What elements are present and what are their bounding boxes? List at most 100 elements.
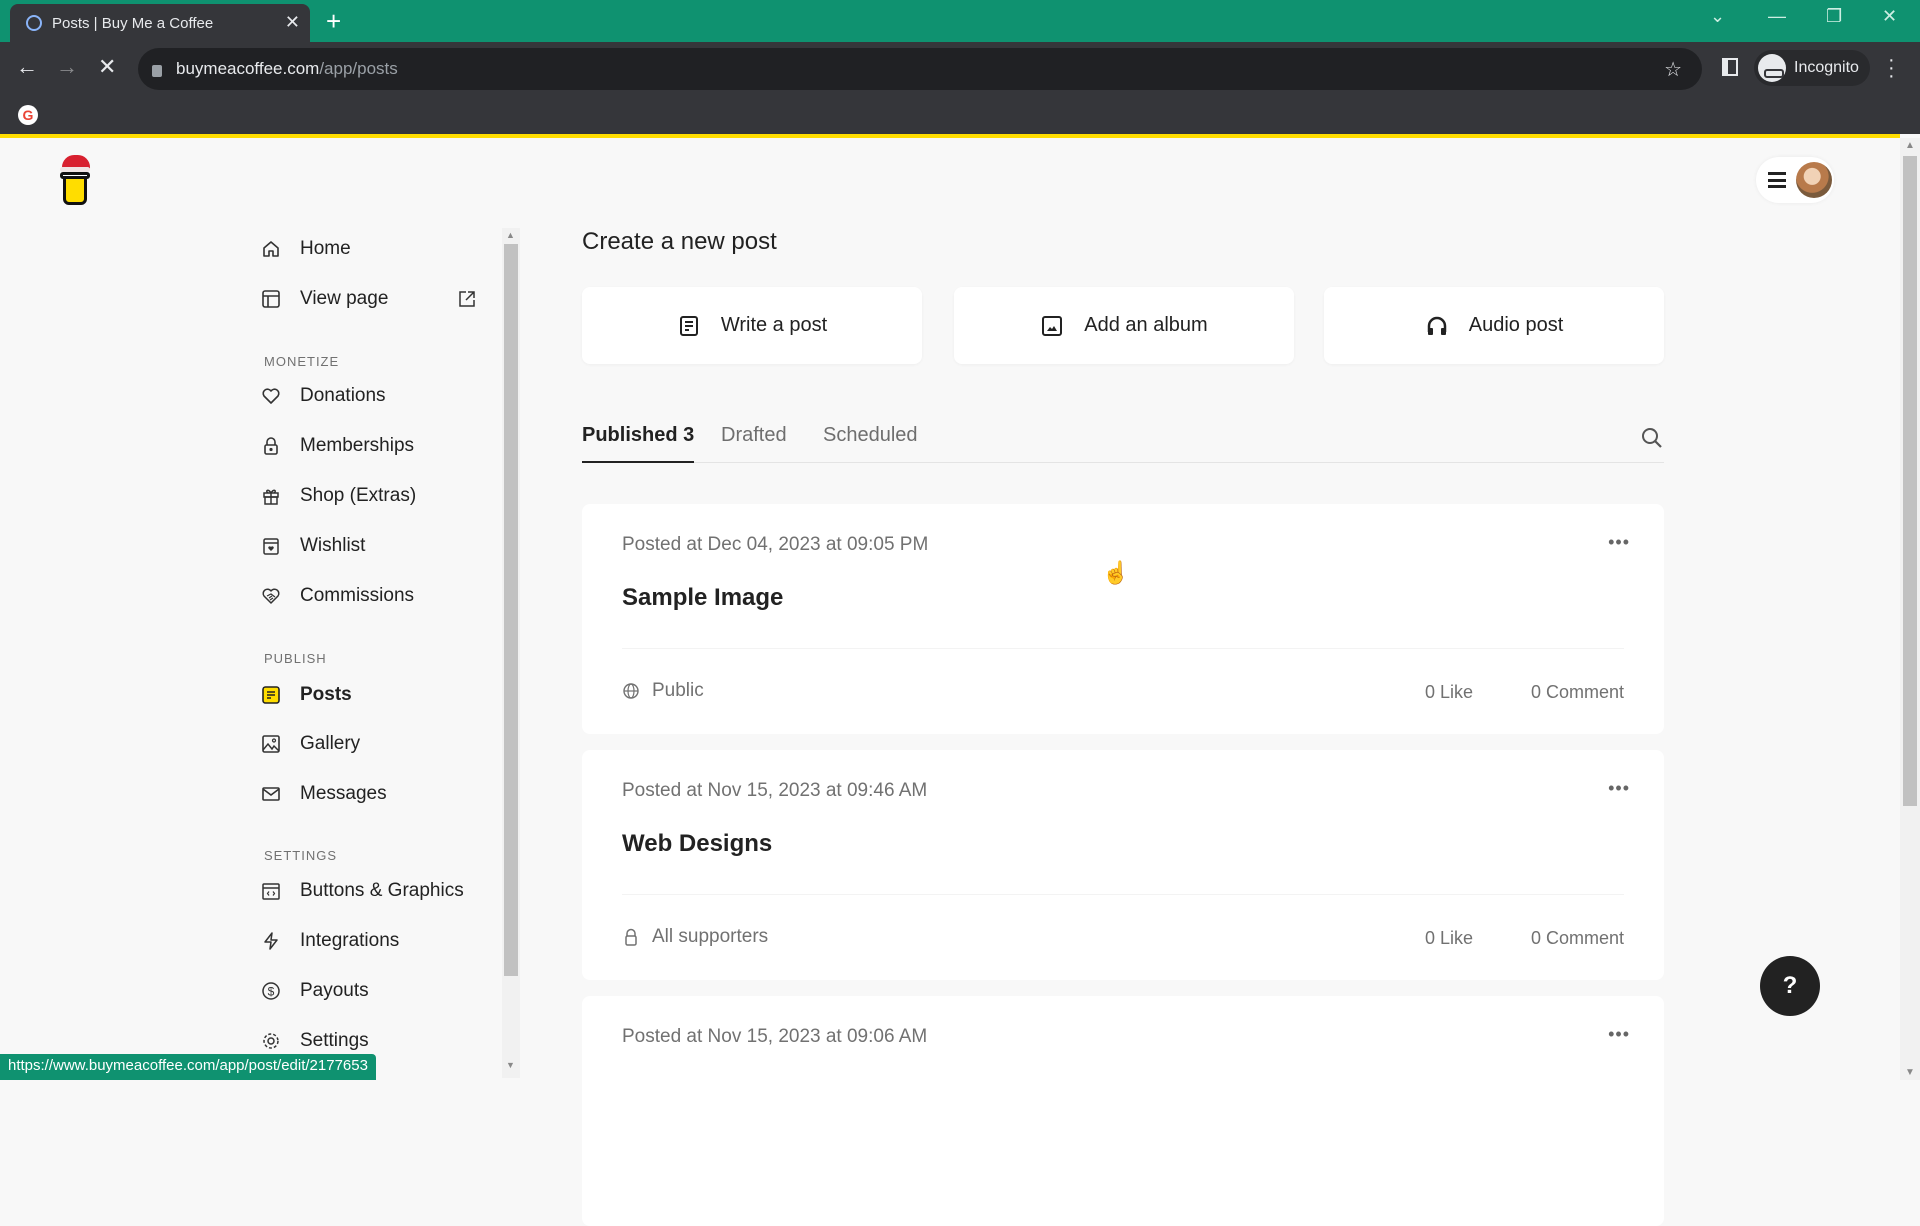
sidebar-item-label: Payouts bbox=[300, 980, 369, 1001]
browser-menu-icon[interactable]: · · · bbox=[1888, 50, 1895, 86]
browser-tab[interactable]: Posts | Buy Me a Coffee ✕ bbox=[10, 4, 310, 42]
post-likes[interactable]: 0 Like bbox=[1425, 682, 1473, 703]
incognito-icon bbox=[1758, 54, 1786, 82]
more-options-icon[interactable]: ••• bbox=[1608, 532, 1630, 553]
help-button[interactable]: ? bbox=[1760, 956, 1820, 1016]
minimize-button[interactable]: — bbox=[1768, 6, 1786, 27]
scroll-up-arrow-icon[interactable]: ▲ bbox=[506, 230, 515, 240]
sidebar-item-label: Home bbox=[300, 238, 351, 259]
sidebar-scrollbar[interactable]: ▲ ▼ bbox=[502, 228, 520, 1078]
image-icon bbox=[1040, 314, 1064, 338]
tab-scheduled[interactable]: Scheduled bbox=[823, 424, 918, 463]
sidebar-item-messages[interactable]: Messages bbox=[260, 774, 490, 814]
sidebar-item-home[interactable]: Home bbox=[260, 229, 490, 269]
lock-icon bbox=[152, 65, 162, 77]
incognito-profile-button[interactable]: Incognito bbox=[1754, 50, 1870, 86]
gift-icon bbox=[260, 485, 282, 507]
calendar-heart-icon bbox=[260, 535, 282, 557]
sidebar-item-integrations[interactable]: Integrations bbox=[260, 921, 490, 961]
mail-icon bbox=[260, 783, 282, 805]
restore-button[interactable]: ❐ bbox=[1826, 6, 1842, 27]
sidebar-item-view-page[interactable]: View page bbox=[260, 279, 490, 319]
sidebar-scrollbar-thumb[interactable] bbox=[504, 244, 518, 976]
search-posts-icon[interactable] bbox=[1640, 426, 1664, 450]
post-title[interactable]: Sample Image bbox=[622, 584, 783, 612]
audio-post-button[interactable]: Audio post bbox=[1324, 287, 1664, 364]
scroll-down-arrow-icon[interactable]: ▼ bbox=[506, 1060, 515, 1070]
section-title-settings: SETTINGS bbox=[264, 848, 338, 863]
post-comments[interactable]: 0 Comment bbox=[1531, 682, 1624, 703]
url-host: buymeacoffee.com bbox=[176, 59, 320, 78]
tab-drafted[interactable]: Drafted bbox=[721, 424, 787, 463]
tab-search-icon[interactable]: ⌄ bbox=[1710, 6, 1725, 27]
add-album-button[interactable]: Add an album bbox=[954, 287, 1294, 364]
section-title-monetize: MONETIZE bbox=[264, 354, 340, 369]
side-panel-icon[interactable] bbox=[1722, 58, 1738, 76]
sidebar-item-payouts[interactable]: $ Payouts bbox=[260, 971, 490, 1011]
sidebar-item-posts[interactable]: Posts bbox=[260, 675, 490, 715]
scroll-down-arrow-icon[interactable]: ▼ bbox=[1905, 1067, 1915, 1078]
post-visibility-label: All supporters bbox=[652, 926, 769, 947]
back-button[interactable]: ← bbox=[16, 54, 38, 80]
globe-icon bbox=[622, 682, 640, 700]
browser-toolbar: ← → ✕ buymeacoffee.com /app/posts ☆ Inco… bbox=[0, 42, 1920, 96]
post-divider bbox=[622, 648, 1624, 649]
incognito-label: Incognito bbox=[1794, 59, 1859, 76]
page-scrollbar[interactable]: ▲ ▼ bbox=[1900, 138, 1920, 1080]
sidebar-item-commissions[interactable]: Commissions bbox=[260, 576, 490, 616]
tab-published[interactable]: Published 3 bbox=[582, 424, 695, 463]
page-scrollbar-thumb[interactable] bbox=[1903, 156, 1917, 806]
sidebar-item-label: Buttons & Graphics bbox=[300, 880, 464, 901]
handshake-icon bbox=[260, 585, 282, 607]
forward-button[interactable]: → bbox=[56, 54, 78, 80]
post-visibility: All supporters bbox=[622, 926, 768, 948]
sidebar-item-wishlist[interactable]: Wishlist bbox=[260, 526, 490, 566]
post-title[interactable]: Web Designs bbox=[622, 830, 772, 858]
stop-loading-button[interactable]: ✕ bbox=[98, 54, 116, 80]
post-likes[interactable]: 0 Like bbox=[1425, 928, 1473, 949]
posts-icon bbox=[260, 684, 282, 706]
close-window-button[interactable]: ✕ bbox=[1882, 6, 1897, 27]
link-status-bar: https://www.buymeacoffee.com/app/post/ed… bbox=[0, 1054, 376, 1080]
new-tab-button[interactable]: + bbox=[326, 6, 341, 37]
logo-hat-brim bbox=[60, 167, 90, 172]
bookmark-star-icon[interactable]: ☆ bbox=[1664, 57, 1682, 82]
write-post-label: Write a post bbox=[720, 314, 828, 336]
sidebar-item-buttons-graphics[interactable]: Buttons & Graphics bbox=[260, 871, 490, 911]
post-card[interactable]: Posted at Nov 15, 2023 at 09:46 AM Web D… bbox=[582, 750, 1664, 980]
lock-heart-icon bbox=[260, 435, 282, 457]
address-bar[interactable]: buymeacoffee.com /app/posts ☆ bbox=[138, 48, 1702, 90]
post-date: Posted at Nov 15, 2023 at 09:06 AM bbox=[622, 1026, 928, 1047]
home-icon bbox=[260, 238, 282, 260]
logo-lid bbox=[60, 172, 90, 179]
sidebar-item-donations[interactable]: Donations bbox=[260, 376, 490, 416]
loading-favicon-icon bbox=[26, 15, 42, 31]
document-icon bbox=[677, 314, 701, 338]
post-card[interactable]: Posted at Dec 04, 2023 at 09:05 PM Sampl… bbox=[582, 504, 1664, 734]
tab-title: Posts | Buy Me a Coffee bbox=[52, 14, 214, 32]
post-card[interactable]: Posted at Nov 15, 2023 at 09:06 AM ••• bbox=[582, 996, 1664, 1226]
sidebar-item-gallery[interactable]: Gallery bbox=[260, 724, 490, 764]
write-post-button[interactable]: Write a post bbox=[582, 287, 922, 364]
more-options-icon[interactable]: ••• bbox=[1608, 1024, 1630, 1045]
close-tab-icon[interactable]: ✕ bbox=[285, 12, 300, 33]
post-divider bbox=[622, 894, 1624, 895]
sidebar-item-label: Shop (Extras) bbox=[300, 485, 417, 506]
buymeacoffee-logo[interactable] bbox=[58, 155, 92, 207]
more-options-icon[interactable]: ••• bbox=[1608, 778, 1630, 799]
google-bookmark-icon[interactable]: G bbox=[18, 105, 38, 125]
external-link-icon[interactable] bbox=[458, 290, 476, 308]
audio-post-label: Audio post bbox=[1468, 314, 1564, 336]
create-post-heading: Create a new post bbox=[582, 228, 777, 255]
sidebar-item-memberships[interactable]: Memberships bbox=[260, 426, 490, 466]
hamburger-icon bbox=[1768, 172, 1786, 188]
sidebar-item-shop[interactable]: Shop (Extras) bbox=[260, 476, 490, 516]
dollar-icon: $ bbox=[260, 980, 282, 1002]
section-title-publish: PUBLISH bbox=[264, 651, 327, 666]
account-menu-button[interactable] bbox=[1756, 157, 1834, 203]
post-comments[interactable]: 0 Comment bbox=[1531, 928, 1624, 949]
post-date: Posted at Dec 04, 2023 at 09:05 PM bbox=[622, 534, 929, 555]
scroll-up-arrow-icon[interactable]: ▲ bbox=[1905, 140, 1915, 151]
post-visibility-label: Public bbox=[652, 680, 704, 701]
gear-icon bbox=[260, 1030, 282, 1052]
